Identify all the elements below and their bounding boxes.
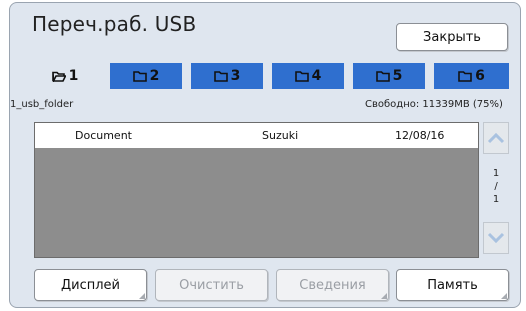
chevron-down-icon	[487, 232, 505, 244]
tab-label: 1	[68, 68, 79, 84]
page-current: 1	[492, 168, 500, 179]
tab-label: 4	[311, 68, 322, 84]
tab-folder-1[interactable]: 1	[29, 63, 101, 89]
free-space-indicator: Свободно: 11339MB (75%)	[365, 99, 503, 110]
folder-icon	[294, 70, 309, 82]
folder-icon	[213, 70, 228, 82]
list-item[interactable]: Document Suzuki 12/08/16	[35, 123, 478, 148]
folder-icon	[375, 70, 390, 82]
display-button-label: Дисплей	[60, 277, 120, 293]
folder-tabs: 1 2 3 4 5 6	[29, 63, 509, 89]
close-button[interactable]: Закрыть	[396, 23, 508, 51]
tab-label: 5	[392, 68, 403, 84]
tab-folder-4[interactable]: 4	[272, 63, 344, 89]
chevron-up-icon	[487, 132, 505, 144]
scroll-up-button[interactable]	[483, 122, 509, 154]
clear-button[interactable]: Очистить	[155, 269, 268, 301]
info-button-label: Сведения	[299, 277, 366, 293]
close-button-label: Закрыть	[423, 29, 481, 45]
tab-label: 2	[149, 68, 160, 84]
clear-button-label: Очистить	[179, 277, 244, 293]
folder-icon	[458, 70, 472, 82]
tab-folder-2[interactable]: 2	[110, 63, 182, 89]
scroll-down-button[interactable]	[483, 222, 509, 254]
file-owner: Suzuki	[262, 129, 299, 142]
corner-mark	[381, 293, 387, 299]
folder-open-icon	[51, 71, 66, 82]
page-title: Переч.раб. USB	[32, 12, 197, 36]
tab-label: 3	[230, 68, 241, 84]
file-name: Document	[75, 129, 132, 142]
tab-folder-5[interactable]: 5	[353, 63, 425, 89]
display-button[interactable]: Дисплей	[34, 269, 147, 301]
memory-button-label: Память	[427, 277, 478, 293]
usb-job-list-panel: Переч.раб. USB Закрыть 1 2 3 4 5 6 1_usb…	[9, 2, 521, 308]
folder-icon	[132, 70, 147, 82]
tab-folder-3[interactable]: 3	[191, 63, 263, 89]
page-separator: /	[494, 181, 498, 192]
corner-mark	[139, 293, 145, 299]
page-indicator: 1 / 1	[483, 167, 509, 206]
job-list: Document Suzuki 12/08/16	[34, 122, 479, 258]
memory-button[interactable]: Память	[396, 269, 509, 301]
page-total: 1	[492, 194, 500, 205]
info-button[interactable]: Сведения	[276, 269, 389, 301]
folder-name: 1_usb_folder	[10, 99, 74, 110]
file-date: 12/08/16	[395, 129, 445, 142]
tab-folder-6[interactable]: 6	[434, 63, 509, 89]
tab-label: 6	[475, 68, 485, 84]
corner-mark	[501, 293, 507, 299]
